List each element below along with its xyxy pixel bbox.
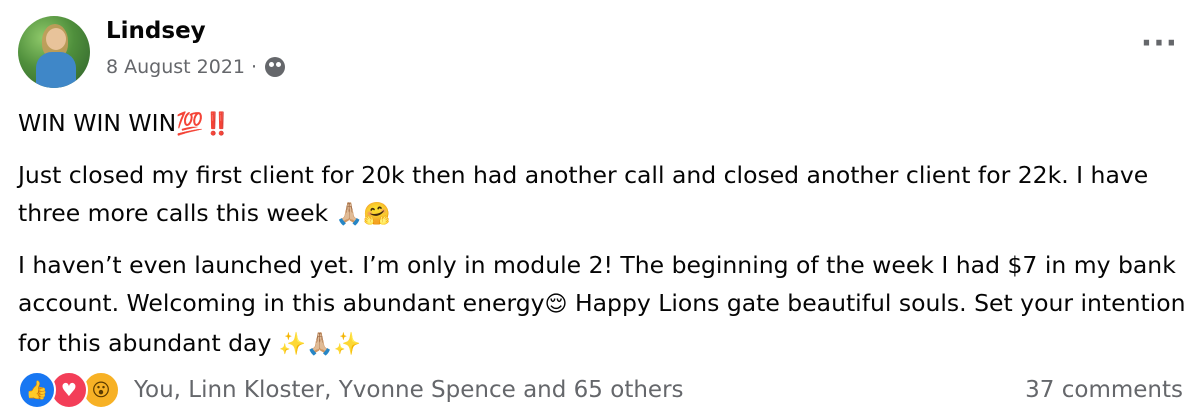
pray-hug-icons: 🙏🏼🤗: [335, 202, 391, 227]
avatar-face: [46, 28, 66, 50]
profile-avatar[interactable]: [18, 16, 90, 88]
comments-count[interactable]: 37 comments: [1025, 377, 1183, 403]
post-line-1: WIN WIN WIN💯‼️: [18, 104, 1188, 144]
post-paragraph-2: Just closed my first client for 20k then…: [18, 156, 1188, 234]
meta-separator: ·: [251, 56, 258, 78]
reactors-text[interactable]: You, Linn Kloster, Yvonne Spence and 65 …: [134, 377, 684, 403]
post-paragraph-3: I haven’t even launched yet. I’m only in…: [18, 246, 1188, 364]
more-options-button[interactable]: ···: [1141, 29, 1178, 59]
post-meta: 8 August 2021 ·: [106, 56, 286, 78]
sparkles-pray-icons: ✨🙏🏼✨: [278, 332, 362, 357]
post-body: WIN WIN WIN💯‼️ Just closed my first clie…: [18, 104, 1188, 376]
avatar-body: [36, 52, 76, 88]
hundred-points-icon: 💯: [176, 112, 204, 137]
post-footer: 👍 ♥ 😮 You, Linn Kloster, Yvonne Spence a…: [18, 370, 1183, 410]
like-icon: 👍: [18, 371, 56, 409]
post-headline: WIN WIN WIN: [18, 109, 177, 137]
friends-group-icon[interactable]: [265, 57, 286, 77]
reactions-summary[interactable]: 👍 ♥ 😮 You, Linn Kloster, Yvonne Spence a…: [18, 371, 684, 409]
relieved-face-icon: 😌: [544, 292, 568, 317]
post-text-2: Just closed my first client for 20k then…: [18, 161, 1149, 227]
post-date[interactable]: 8 August 2021: [106, 56, 245, 78]
author-name[interactable]: Lindsey: [106, 18, 206, 44]
double-exclamation-icon: ‼️: [203, 112, 231, 137]
